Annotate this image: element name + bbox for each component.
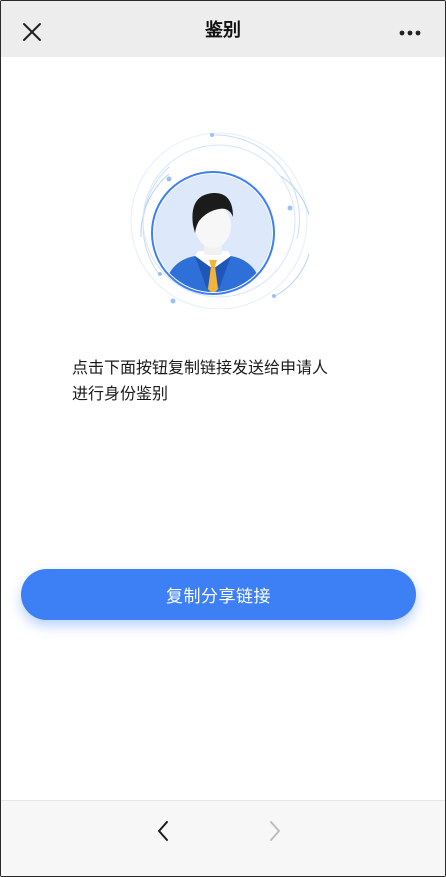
instruction-line-2: 进行身份鉴别 [72,384,169,403]
instruction-line-1: 点击下面按钮复制链接发送给申请人 [72,358,329,377]
back-button[interactable] [147,815,179,847]
identity-illustration [129,129,313,310]
chevron-left-icon [158,821,168,841]
instruction-text: 点击下面按钮复制链接发送给申请人 进行身份鉴别 [72,355,392,407]
bottom-nav-bar [1,800,445,876]
more-button[interactable] [393,19,427,47]
app-window: 鉴别 点击下面按钮复制链接发送给申请人 进行身份鉴别 复制分享链接 [0,0,446,877]
page-title: 鉴别 [205,20,241,41]
person-avatar-icon [130,132,313,310]
top-bar: 鉴别 [1,1,445,57]
more-dots-icon [399,30,421,36]
forward-button[interactable] [259,815,291,847]
chevron-right-icon [270,821,280,841]
copy-share-link-button[interactable]: 复制分享链接 [21,569,416,620]
